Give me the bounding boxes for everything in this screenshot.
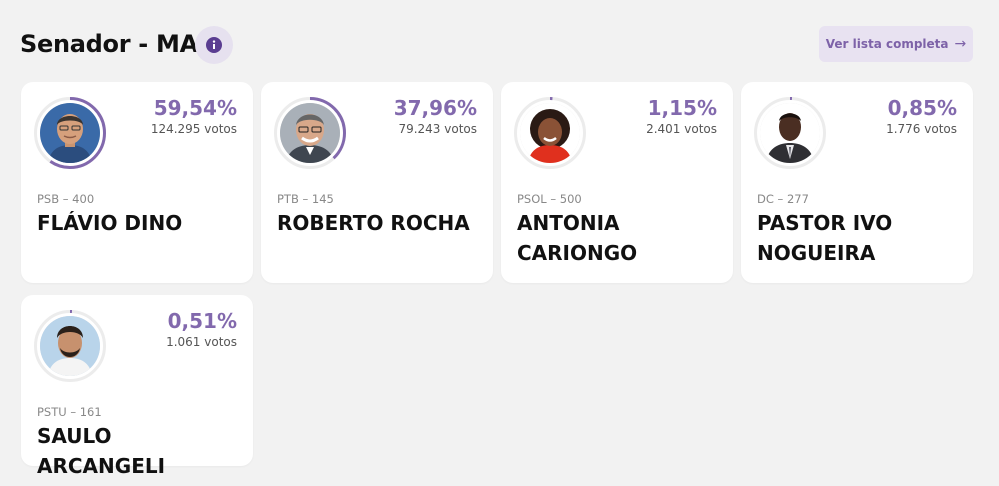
vote-count: 1.776 votos: [886, 122, 957, 136]
party-number: PSTU – 161: [37, 405, 102, 419]
page-header: Senador - MA Ver lista completa →: [20, 26, 975, 66]
avatar: [40, 316, 100, 376]
candidate-card[interactable]: 59,54% 124.295 votos PSB – 400 FLÁVIO DI…: [21, 82, 253, 283]
candidate-card[interactable]: 37,96% 79.243 votos PTB – 145 ROBERTO RO…: [261, 82, 493, 283]
candidate-name: ANTONIA CARIONGO: [517, 211, 638, 265]
vote-percent: 37,96%: [393, 96, 477, 120]
vote-count: 1.061 votos: [166, 335, 237, 349]
party-number: PTB – 145: [277, 192, 334, 206]
candidate-name: SAULO ARCANGELI: [37, 424, 166, 478]
avatar-wrap: [33, 96, 107, 170]
page-title: Senador - MA: [20, 30, 198, 58]
candidate-name: FLÁVIO DINO: [37, 211, 183, 235]
vote-percent: 59,54%: [153, 96, 237, 120]
full-list-label: Ver lista completa: [825, 37, 949, 51]
party-number: PSB – 400: [37, 192, 95, 206]
party-number: PSOL – 500: [517, 192, 582, 206]
candidate-name: PASTOR IVO NOGUEIRA: [757, 211, 893, 265]
candidate-card[interactable]: 1,15% 2.401 votos PSOL – 500 ANTONIA CAR…: [501, 82, 733, 283]
avatar-wrap: [273, 96, 347, 170]
candidate-card[interactable]: 0,51% 1.061 votos PSTU – 161 SAULO ARCAN…: [21, 295, 253, 478]
party-number: DC – 277: [757, 192, 809, 206]
vote-count: 79.243 votos: [398, 122, 477, 136]
arrow-right-icon: →: [954, 36, 967, 52]
info-icon[interactable]: [195, 26, 233, 64]
avatar-wrap: [513, 96, 587, 170]
vote-count: 2.401 votos: [646, 122, 717, 136]
vote-count: 124.295 votos: [150, 122, 237, 136]
full-list-button[interactable]: Ver lista completa →: [819, 26, 973, 62]
avatar: [280, 103, 340, 163]
avatar: [520, 103, 580, 163]
vote-percent: 0,85%: [887, 96, 957, 120]
vote-percent: 1,15%: [647, 96, 717, 120]
avatar: [40, 103, 100, 163]
avatar-wrap: [33, 309, 107, 383]
vote-percent: 0,51%: [167, 309, 237, 333]
avatar: [760, 103, 820, 163]
candidate-card[interactable]: 0,85% 1.776 votos DC – 277 PASTOR IVO NO…: [741, 82, 973, 283]
avatar-wrap: [753, 96, 827, 170]
candidate-name: ROBERTO ROCHA: [277, 211, 470, 235]
